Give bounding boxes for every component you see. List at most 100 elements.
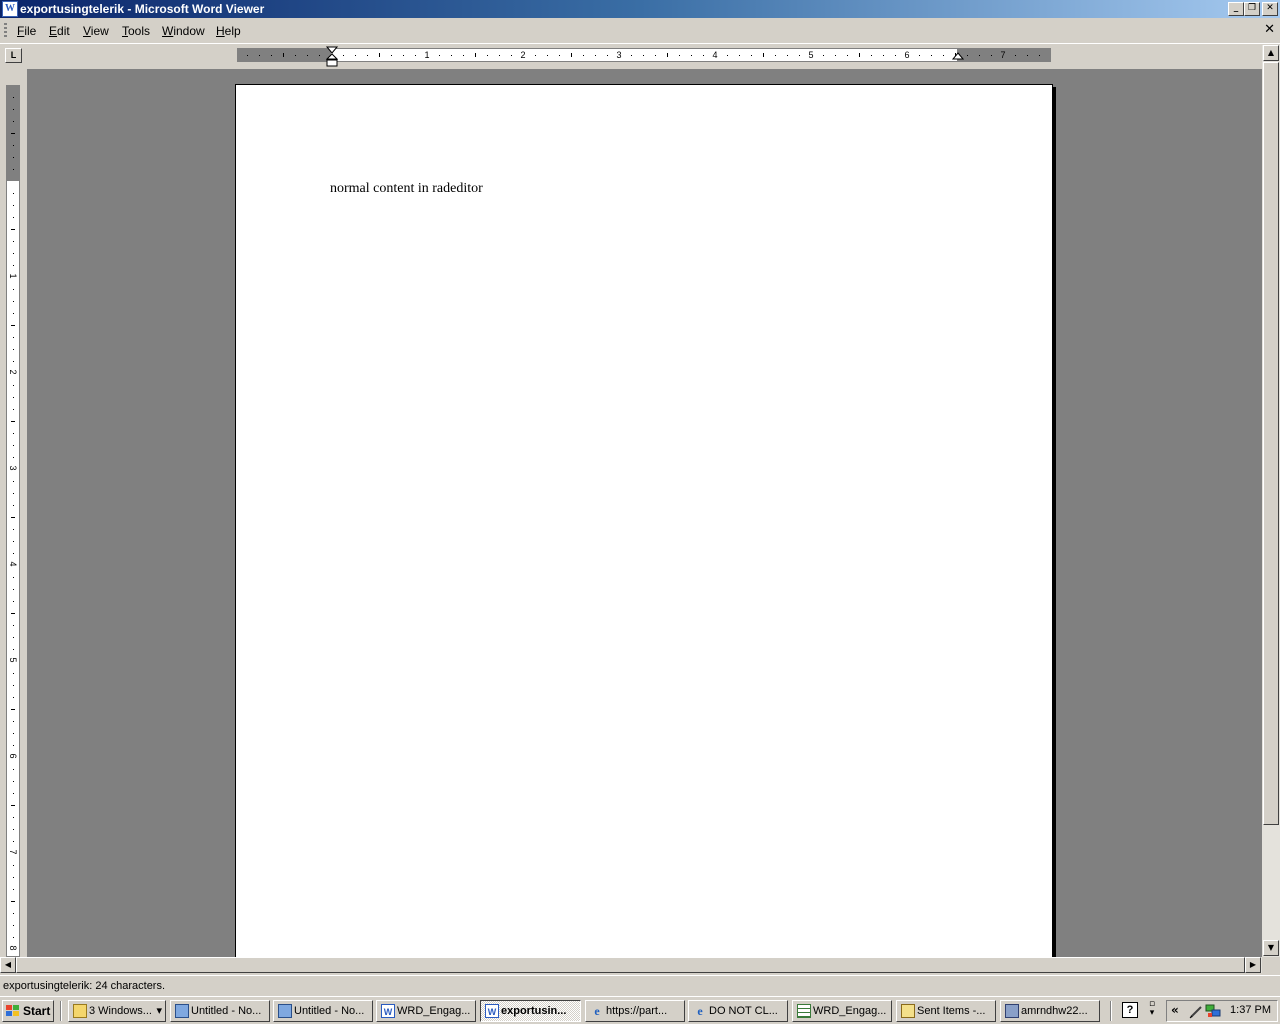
taskbar-button-wrd-engag-excel[interactable]: WRD_Engag... — [792, 1000, 892, 1022]
ruler-dot — [919, 55, 920, 56]
ruler-dot — [847, 55, 848, 56]
vertical-ruler-number: 7 — [8, 849, 18, 855]
windows-flag-icon — [6, 1005, 19, 1016]
taskbar-button-wrd-engag-word[interactable]: W WRD_Engag... — [376, 1000, 476, 1022]
ruler-dot — [559, 55, 560, 56]
clock[interactable]: 1:37 PM — [1230, 1004, 1271, 1016]
taskbar-button-exportusingtelerik[interactable]: W exportusin... — [480, 1000, 581, 1022]
document-page[interactable]: normal content in radeditor — [235, 84, 1053, 957]
taskbar-button-label: Untitled - No... — [294, 1005, 365, 1017]
taskbar-button-amrndhw22[interactable]: amrndhw22... — [1000, 1000, 1100, 1022]
ruler-dot — [13, 193, 14, 194]
left-indent-marker-icon[interactable] — [326, 46, 338, 68]
taskbar-button-notepad-2[interactable]: Untitled - No... — [273, 1000, 373, 1022]
ruler-dot — [595, 55, 596, 56]
menu-view[interactable]: View — [83, 23, 109, 39]
taskbar-button-label: Untitled - No... — [191, 1005, 262, 1017]
taskbar-button-windows-group[interactable]: 3 Windows... ▾ — [68, 1000, 166, 1022]
horizontal-ruler[interactable]: 1 2 3 4 5 6 7 — [237, 46, 1051, 67]
ruler-dot — [535, 55, 536, 56]
menu-window-accel: W — [162, 24, 174, 38]
taskbar-separator — [1110, 1001, 1112, 1021]
folder-icon — [73, 1004, 87, 1018]
scroll-right-button[interactable]: ▶ — [1245, 957, 1261, 973]
taskbar-button-do-not-close[interactable]: e DO NOT CL... — [688, 1000, 788, 1022]
tab-selector-button[interactable]: L — [5, 48, 22, 63]
title-bar[interactable]: W exportusingtelerik - Microsoft Word Vi… — [0, 0, 1280, 18]
ruler-dot — [703, 55, 704, 56]
taskbar-button-https-part[interactable]: e https://part... — [585, 1000, 685, 1022]
help-icon[interactable]: ? — [1122, 1002, 1138, 1018]
notepad-icon — [175, 1004, 189, 1018]
right-indent-marker-icon[interactable] — [952, 52, 964, 62]
show-hidden-icons-icon[interactable]: « — [1171, 1003, 1179, 1017]
horizontal-scrollbar[interactable]: ◀ ▶ — [0, 957, 1262, 973]
menu-edit[interactable]: Edit — [49, 23, 70, 39]
network-icon[interactable] — [1205, 1004, 1221, 1018]
scroll-left-button[interactable]: ◀ — [0, 957, 16, 973]
close-button[interactable]: ✕ — [1262, 2, 1278, 16]
app-icon — [1005, 1004, 1019, 1018]
document-area[interactable]: normal content in radeditor — [27, 69, 1262, 957]
ruler-dot — [1039, 55, 1040, 56]
taskbar-button-notepad-1[interactable]: Untitled - No... — [170, 1000, 270, 1022]
ruler-dot — [835, 55, 836, 56]
menu-tools[interactable]: Tools — [122, 23, 150, 39]
ruler-dot — [13, 493, 14, 494]
menu-window[interactable]: Window — [162, 23, 205, 39]
minimize-button[interactable]: _ — [1228, 2, 1244, 16]
ruler-dot — [583, 55, 584, 56]
menu-edit-accel: E — [49, 24, 58, 38]
taskbar-button-label: Sent Items -... — [917, 1005, 986, 1017]
ruler-half-tick — [283, 53, 284, 57]
vertical-scroll-thumb[interactable] — [1263, 62, 1279, 825]
ruler-dot — [679, 55, 680, 56]
ruler-dot — [13, 637, 14, 638]
document-body-text[interactable]: normal content in radeditor — [330, 181, 483, 197]
ruler-number: 2 — [520, 50, 526, 60]
ruler-dot — [343, 55, 344, 56]
ruler-dot — [13, 769, 14, 770]
ruler-dot — [13, 625, 14, 626]
ruler-dot — [13, 169, 14, 170]
ruler-dot — [13, 685, 14, 686]
ruler-dot — [13, 481, 14, 482]
toolbar-grip[interactable] — [4, 23, 7, 39]
ruler-dot — [13, 673, 14, 674]
scroll-up-button[interactable]: ▲ — [1263, 45, 1279, 61]
menu-help-accel: H — [216, 24, 225, 38]
vertical-ruler-number: 6 — [8, 753, 18, 759]
ie-icon: e — [594, 1004, 600, 1018]
ruler-dot — [727, 55, 728, 56]
ruler-half-tick — [571, 53, 572, 57]
language-bar-icon[interactable]: ▫ ▾ — [1146, 1000, 1158, 1020]
vertical-ruler[interactable]: 1 2 3 4 5 6 7 8 — [6, 85, 20, 957]
menu-window-label: indow — [173, 24, 205, 38]
restore-button[interactable]: ❐ — [1244, 2, 1260, 16]
menu-help-label: elp — [224, 24, 241, 38]
menu-help[interactable]: Help — [216, 23, 241, 39]
menu-tools-label: ools — [128, 24, 151, 38]
start-button[interactable]: Start — [2, 1000, 54, 1022]
ruler-dot — [13, 397, 14, 398]
menu-file[interactable]: File — [17, 23, 36, 39]
ruler-dot — [13, 925, 14, 926]
ie-icon: e — [697, 1004, 703, 1018]
ruler-dot — [13, 733, 14, 734]
menu-edit-label: dit — [57, 24, 70, 38]
horizontal-scroll-thumb[interactable] — [16, 957, 1245, 973]
vertical-scrollbar[interactable]: ▲ ▼ — [1262, 45, 1280, 957]
taskbar-button-label: amrndhw22... — [1021, 1005, 1088, 1017]
ruler-dot — [787, 55, 788, 56]
ruler-dot — [403, 55, 404, 56]
ruler-dot — [13, 445, 14, 446]
ruler-number: 6 — [904, 50, 910, 60]
pen-icon[interactable] — [1189, 1005, 1203, 1019]
scroll-down-button[interactable]: ▼ — [1263, 940, 1279, 956]
ruler-dot — [13, 913, 14, 914]
ruler-dot — [319, 55, 320, 56]
word-viewer-app-icon[interactable]: W — [2, 1, 18, 17]
taskbar-button-sent-items[interactable]: Sent Items -... — [896, 1000, 996, 1022]
document-close-icon[interactable]: ✕ — [1264, 22, 1275, 37]
taskbar: Start 3 Windows... ▾ Untitled - No... Un… — [0, 996, 1280, 1024]
